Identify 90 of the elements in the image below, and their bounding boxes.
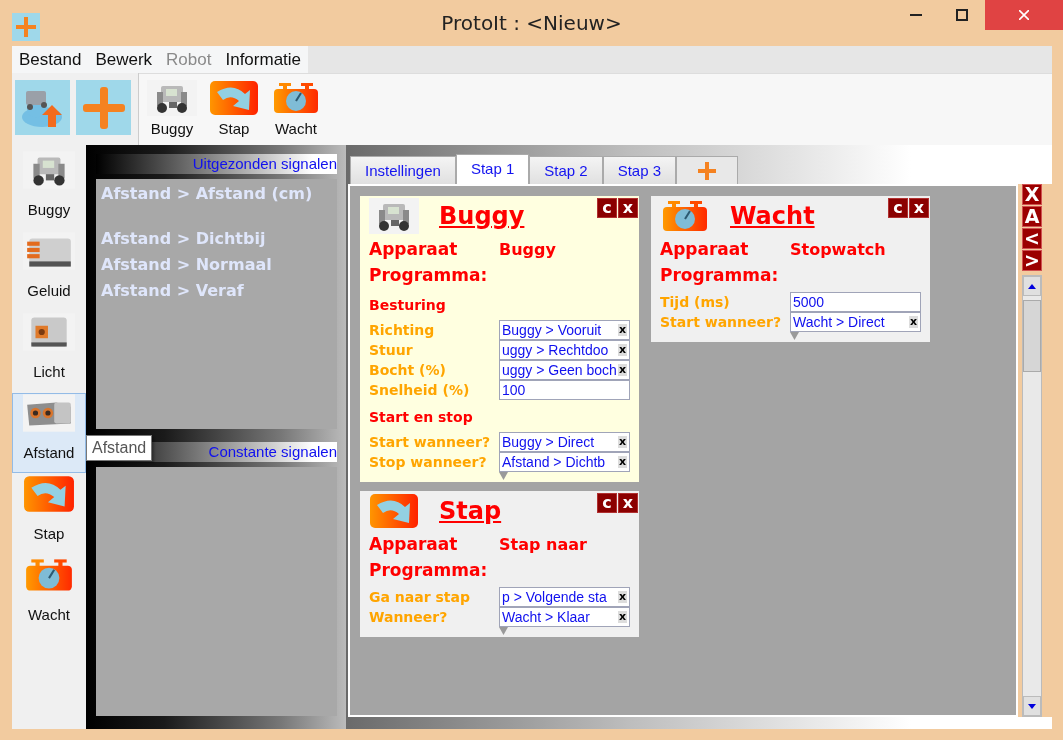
field-label: Stop wanneer? xyxy=(369,453,488,472)
section-label: Programma: xyxy=(660,264,780,287)
sidebar-item[interactable]: Licht xyxy=(12,312,86,392)
card-button[interactable]: x xyxy=(909,198,929,218)
tab[interactable]: Stap 2 xyxy=(529,156,603,184)
scroll-thumb[interactable] xyxy=(1023,300,1041,372)
sidebar-item[interactable]: Wacht xyxy=(12,555,86,635)
sidebar-item[interactable]: Geluid xyxy=(12,231,86,311)
section-heading: Besturing xyxy=(369,296,447,315)
input-field[interactable]: uggy > Geen boch x xyxy=(499,360,630,380)
block-label: Buggy xyxy=(150,120,194,137)
app-icon xyxy=(12,12,40,41)
clear-button[interactable]: x xyxy=(617,344,627,356)
field-label: Apparaat xyxy=(369,238,459,261)
minimize-icon xyxy=(910,14,922,16)
upload-button[interactable] xyxy=(15,80,70,135)
block-title[interactable]: Wacht xyxy=(730,202,815,230)
stopwatch-icon xyxy=(660,198,710,234)
device-name: Stopwatch xyxy=(790,239,887,259)
input-field[interactable]: Buggy > Direct x xyxy=(499,432,630,452)
field-label: Bocht (%) xyxy=(369,361,447,380)
field-label: Apparaat xyxy=(660,238,750,261)
input-field[interactable]: Buggy > Vooruit x xyxy=(499,320,630,340)
device-name: Stap naar xyxy=(499,534,588,554)
clear-button[interactable]: x xyxy=(908,316,918,328)
menu-item[interactable]: Bewerk xyxy=(88,46,160,73)
tab[interactable]: Stap 1 xyxy=(455,154,530,184)
sidebar-item[interactable]: Buggy xyxy=(12,150,86,230)
block-label: Wacht xyxy=(275,120,317,137)
scrollbar[interactable] xyxy=(1022,275,1042,717)
card-button[interactable]: c xyxy=(597,493,617,513)
field-label: Start wanneer? xyxy=(660,313,783,332)
side-button[interactable]: X xyxy=(1022,184,1042,205)
device-name: Buggy xyxy=(499,239,557,259)
input-field[interactable]: Wacht > Direct x xyxy=(790,312,921,332)
clear-button[interactable]: x xyxy=(617,324,627,336)
clear-button[interactable]: x xyxy=(617,436,627,448)
field-label: Wanneer? xyxy=(369,608,449,627)
section-label: Programma: xyxy=(369,264,489,287)
field-label: Apparaat xyxy=(369,533,459,556)
field-label: Richting xyxy=(369,321,436,340)
section-label: Programma: xyxy=(369,559,489,582)
menu-item[interactable]: Bestand xyxy=(12,46,89,73)
window-title: ProtoIt : <Nieuw> xyxy=(440,11,623,35)
robot-icon xyxy=(369,198,419,234)
field-label: Tijd (ms) xyxy=(660,293,731,312)
card-button[interactable]: c xyxy=(597,198,617,218)
expand-arrow-icon[interactable] xyxy=(499,627,508,635)
card-button[interactable]: c xyxy=(888,198,908,218)
menu-item[interactable]: Informatie xyxy=(218,46,309,73)
tab[interactable]: Stap 3 xyxy=(602,156,676,184)
input-field[interactable]: p > Volgende sta x xyxy=(499,587,630,607)
input-field[interactable]: 5000 xyxy=(790,292,921,312)
side-button[interactable]: < xyxy=(1022,228,1042,249)
field-label: Snelheid (%) xyxy=(369,381,471,400)
side-button[interactable]: > xyxy=(1022,250,1042,271)
add-tab-button[interactable] xyxy=(676,156,738,184)
field-label: Ga naar stap xyxy=(369,588,471,607)
input-field[interactable]: uggy > Rechtdoo x xyxy=(499,340,630,360)
clear-button[interactable]: x xyxy=(617,611,627,623)
field-label: Start wanneer? xyxy=(369,433,492,452)
block-title[interactable]: Buggy xyxy=(439,202,525,230)
block-label: Stap xyxy=(218,120,250,137)
input-field[interactable]: Afstand > Dichtb x xyxy=(499,452,630,472)
scroll-down-icon[interactable] xyxy=(1028,703,1036,709)
stopwatch-icon xyxy=(23,556,75,594)
clear-button[interactable]: x xyxy=(617,456,627,468)
clear-button[interactable]: x xyxy=(617,591,627,603)
scroll-up-icon[interactable] xyxy=(1028,283,1036,289)
side-button[interactable]: A xyxy=(1022,206,1042,227)
field-label: Stuur xyxy=(369,341,414,360)
card-button[interactable]: x xyxy=(618,493,638,513)
maximize-icon xyxy=(956,9,968,21)
expand-arrow-icon[interactable] xyxy=(790,332,799,340)
sidebar-item[interactable]: Afstand xyxy=(12,393,86,473)
input-field[interactable]: 100 xyxy=(499,380,630,400)
clear-button[interactable]: x xyxy=(617,364,627,376)
close-icon xyxy=(1019,10,1029,20)
add-button[interactable] xyxy=(76,80,131,135)
card-button[interactable]: x xyxy=(618,198,638,218)
distance-sensor-icon xyxy=(23,394,75,432)
expand-arrow-icon[interactable] xyxy=(499,472,508,480)
input-field[interactable]: Wacht > Klaar x xyxy=(499,607,630,627)
section-heading: Start en stop xyxy=(369,408,474,427)
stopwatch-icon[interactable] xyxy=(271,80,321,116)
block-title[interactable]: Stap xyxy=(439,497,502,525)
plus-icon xyxy=(698,161,716,180)
sidebar-item[interactable]: Stap xyxy=(12,474,86,554)
tooltip: Afstand xyxy=(86,435,153,461)
tab[interactable]: Instellingen xyxy=(350,156,456,184)
